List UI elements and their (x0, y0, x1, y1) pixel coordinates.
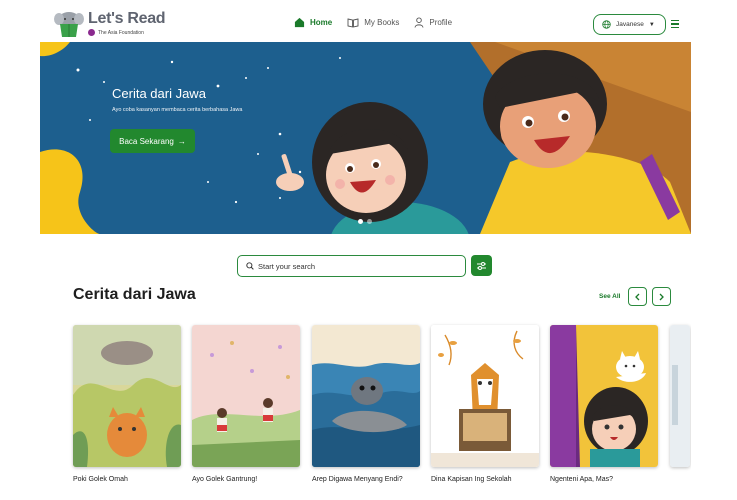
book-cover (192, 325, 300, 467)
language-label: Javanese (616, 21, 644, 28)
book-cover (312, 325, 420, 467)
book-card-partial[interactable] (670, 325, 690, 467)
main-nav: Home My Books Profile (294, 17, 467, 28)
book-cover (550, 325, 658, 467)
book-cover (431, 325, 539, 467)
search-bar (237, 255, 466, 277)
chevron-right-icon (659, 293, 664, 300)
book-title: Dina Kapisan Ing Sekolah (431, 476, 512, 483)
user-icon (414, 17, 424, 28)
nav-my-books[interactable]: My Books (347, 17, 400, 28)
book-cover (73, 325, 181, 467)
chevron-left-icon (635, 293, 640, 300)
hero-subtitle: Ayo coba kasanyan membaca cerita berbaha… (112, 107, 243, 113)
section-title: Cerita dari Jawa (73, 286, 196, 303)
carousel-dots (358, 219, 376, 224)
hamburger-menu-icon[interactable] (671, 20, 679, 30)
nav-profile[interactable]: Profile (414, 17, 452, 28)
book-card[interactable]: Ngenteni Apa, Mas? (550, 325, 658, 483)
carousel-next-button[interactable] (652, 287, 671, 306)
book-card[interactable]: Ayo Golek Gantrung! (192, 325, 300, 483)
page: Let's Read The Asia Foundation Home My B… (40, 0, 691, 500)
logo-subtitle-text: The Asia Foundation (98, 29, 144, 36)
book-title: Arep Digawa Menyang Endi? (312, 476, 403, 483)
home-icon (294, 17, 305, 28)
nav-profile-label: Profile (429, 18, 453, 27)
search-input[interactable] (258, 261, 448, 271)
carousel-dot-2[interactable] (367, 219, 372, 224)
logo-title: Let's Read (88, 10, 166, 27)
elephant-logo-icon (54, 10, 84, 38)
book-icon (347, 17, 359, 28)
read-now-button[interactable]: Baca Sekarang → (110, 129, 195, 153)
read-now-label: Baca Sekarang (119, 136, 174, 146)
book-title: Ngenteni Apa, Mas? (550, 476, 614, 483)
book-title: Poki Golek Omah (73, 476, 128, 483)
carousel-dot-1[interactable] (358, 219, 363, 224)
filter-button[interactable] (471, 255, 492, 276)
hero-banner: Cerita dari Jawa Ayo coba kasanyan memba… (40, 42, 691, 234)
book-title: Ayo Golek Gantrung! (192, 476, 258, 483)
book-card[interactable]: Dina Kapisan Ing Sekolah (431, 325, 539, 483)
globe-icon (602, 20, 611, 29)
see-all-link[interactable]: See All (599, 293, 620, 300)
sliders-icon (477, 261, 486, 270)
caret-down-icon: ▼ (648, 21, 655, 28)
book-cover (670, 325, 690, 467)
nav-my-books-label: My Books (364, 18, 400, 27)
top-navbar: Let's Read The Asia Foundation Home My B… (40, 8, 691, 42)
arrow-right-icon: → (177, 136, 186, 146)
hero-title: Cerita dari Jawa (112, 86, 206, 101)
logo[interactable]: Let's Read The Asia Foundation (54, 10, 166, 38)
asia-foundation-icon (88, 29, 95, 36)
book-card[interactable]: Arep Digawa Menyang Endi? (312, 325, 420, 483)
logo-subtitle: The Asia Foundation (88, 29, 165, 36)
search-icon (246, 262, 254, 270)
carousel-prev-button[interactable] (628, 287, 647, 306)
nav-home[interactable]: Home (294, 17, 332, 28)
book-card[interactable]: Poki Golek Omah (73, 325, 181, 483)
language-selector[interactable]: Javanese ▼ (593, 14, 666, 35)
nav-home-label: Home (310, 18, 333, 27)
